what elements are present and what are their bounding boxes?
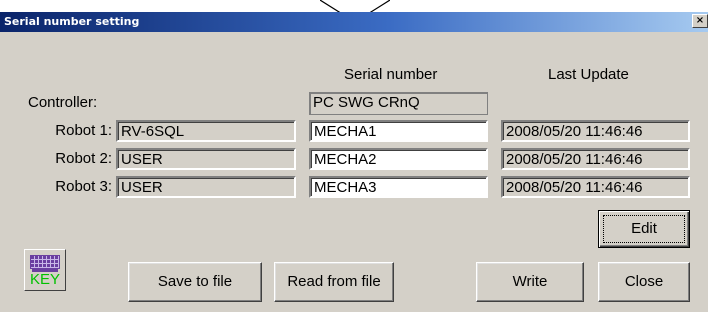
keyboard-icon [30, 255, 60, 269]
robot-2-last-update-field: 2008/05/20 11:46:46 [501, 148, 690, 170]
serial-number-dialog: Serial number setting × Serial number La… [0, 12, 708, 312]
save-to-file-button[interactable]: Save to file [128, 262, 262, 302]
last-update-header: Last Update [548, 66, 629, 83]
robot-2-model-field: USER [116, 148, 296, 170]
keyboard-key-button[interactable]: KEY [24, 249, 66, 291]
robot-2-serial-input[interactable]: MECHA2 [309, 148, 488, 170]
robot-3-model-field: USER [116, 176, 296, 198]
robot-3-serial-input[interactable]: MECHA3 [309, 176, 488, 198]
title-close-button[interactable]: × [692, 14, 708, 28]
controller-label: Controller: [28, 94, 98, 111]
close-button[interactable]: Close [598, 262, 690, 302]
read-from-file-button[interactable]: Read from file [274, 262, 394, 302]
robot-3-label: Robot 3: [55, 178, 112, 195]
title-bar[interactable]: Serial number setting × [0, 12, 708, 32]
robot-2-label: Robot 2: [55, 150, 112, 167]
robot-1-serial-input[interactable]: MECHA1 [309, 120, 488, 142]
focus-rectangle [603, 215, 685, 243]
robot-1-model-field: RV-6SQL [116, 120, 296, 142]
window-title: Serial number setting [4, 15, 140, 28]
robot-1-label: Robot 1: [55, 122, 112, 139]
edit-button[interactable]: Edit [598, 210, 690, 248]
serial-number-header: Serial number [344, 66, 438, 83]
robot-3-last-update-field: 2008/05/20 11:46:46 [501, 176, 690, 198]
write-button[interactable]: Write [476, 262, 584, 302]
controller-serial-field: PC SWG CRnQ [309, 92, 488, 115]
key-label: KEY [29, 271, 60, 288]
robot-1-last-update-field: 2008/05/20 11:46:46 [501, 120, 690, 142]
